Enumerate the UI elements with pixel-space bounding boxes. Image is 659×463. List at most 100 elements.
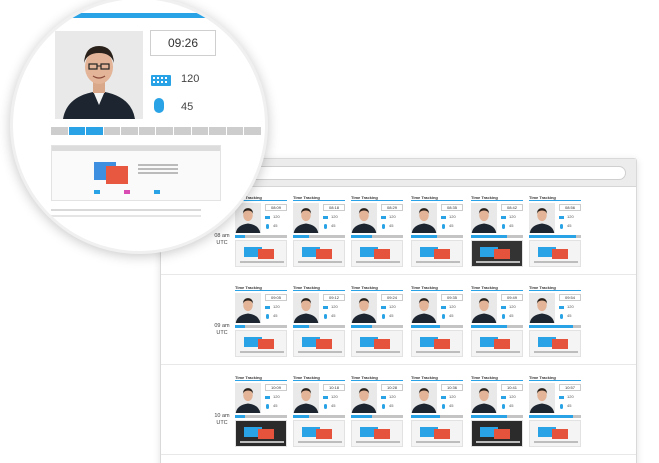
person-avatar: [293, 203, 319, 233]
keyboard-icon: [151, 75, 171, 86]
activity-progress-bar: [293, 325, 345, 328]
keyboard-count: 120: [449, 304, 456, 309]
screenshot-thumbnail[interactable]: [293, 420, 345, 447]
screenshot-thumbnail[interactable]: [529, 330, 581, 357]
screenshot-card[interactable]: Time Tracking 08:56 120 45: [529, 195, 581, 267]
screenshot-card[interactable]: Time Tracking 08:29 120 45: [351, 195, 403, 267]
screenshot-card[interactable]: Time Tracking 08:42 120 45: [471, 195, 523, 267]
screenshot-thumbnail[interactable]: [235, 330, 287, 357]
screenshot-thumbnail[interactable]: [471, 330, 523, 357]
card-body: 08:09 120 45: [235, 203, 287, 233]
mouse-count: 45: [273, 403, 278, 408]
screenshot-thumbnail[interactable]: [471, 420, 523, 447]
screenshot-card[interactable]: Time Tracking 10:09 120 45: [235, 375, 287, 447]
screenshot-card[interactable]: Time Tracking 10:36 120 45: [411, 375, 463, 447]
hour-label: 08 am UTC: [214, 233, 230, 246]
person-avatar: [351, 293, 377, 323]
keyboard-count: 120: [273, 394, 280, 399]
thumb-text-line: [416, 261, 460, 263]
thumb-block-red: [434, 429, 450, 439]
thumb-text-line: [240, 351, 284, 353]
thumb-text-line: [476, 261, 520, 263]
screenshot-card[interactable]: Time Tracking 09:05 120 45: [235, 285, 287, 357]
progress-fill: [411, 235, 437, 238]
progress-segment: [156, 127, 174, 135]
screenshot-card[interactable]: Time Tracking 10:18 120 45: [293, 375, 345, 447]
mouse-icon: [324, 224, 327, 229]
thumbnail-icon-3: [154, 190, 160, 194]
keyboard-icon: [381, 306, 386, 309]
keyboard-count: 120: [389, 394, 396, 399]
keyboard-icon: [441, 306, 446, 309]
screenshot-card[interactable]: Time Tracking 08:18 120 45: [293, 195, 345, 267]
screenshot-card[interactable]: Time Tracking 10:57 120 45: [529, 375, 581, 447]
time-display: 10:57: [559, 384, 581, 391]
activity-progress-bar: [293, 235, 345, 238]
screenshot-thumbnail[interactable]: [351, 330, 403, 357]
screenshot-thumbnail[interactable]: [235, 420, 287, 447]
mouse-count: 45: [509, 403, 514, 408]
person-avatar: [293, 293, 319, 323]
mouse-icon: [442, 314, 445, 319]
mouse-count: 45: [509, 223, 514, 228]
screenshot-card[interactable]: Time Tracking 09:49 120 45: [471, 285, 523, 357]
card-body: 08:35 120 45: [411, 203, 463, 233]
screenshot-thumbnail[interactable]: [529, 420, 581, 447]
keyboard-icon: [323, 216, 328, 219]
card-body: 09:49 120 45: [471, 293, 523, 323]
user-photo: [235, 203, 261, 233]
mouse-count: 45: [389, 403, 394, 408]
screenshot-thumbnail[interactable]: [293, 240, 345, 267]
screenshot-card[interactable]: Time Tracking 09:12 120 45: [293, 285, 345, 357]
thumb-text-line: [416, 441, 460, 443]
screenshot-thumbnail[interactable]: [51, 145, 221, 201]
screenshot-card[interactable]: Time Tracking 09:24 120 45: [351, 285, 403, 357]
activity-progress-bar: [529, 235, 581, 238]
thumb-block-red: [374, 249, 390, 259]
screenshot-thumbnail[interactable]: [351, 240, 403, 267]
card-body: 09:54 120 45: [529, 293, 581, 323]
screenshot-thumbnail[interactable]: [411, 330, 463, 357]
user-photo: [529, 383, 555, 413]
address-bar[interactable]: [247, 166, 626, 180]
progress-fill: [235, 415, 246, 418]
screenshot-thumbnail[interactable]: [471, 240, 523, 267]
screenshot-thumbnail[interactable]: [293, 330, 345, 357]
keyboard-icon: [323, 396, 328, 399]
screenshot-thumbnail[interactable]: [351, 420, 403, 447]
card-title: Time Tracking: [471, 195, 523, 201]
keyboard-icon: [501, 306, 506, 309]
user-photo: [351, 203, 377, 233]
keyboard-count: 120: [273, 304, 280, 309]
thumb-block-red: [552, 249, 568, 259]
keyboard-count: 120: [509, 214, 516, 219]
mouse-count: 45: [181, 101, 194, 113]
activity-progress-bar: [471, 235, 523, 238]
progress-segment: [191, 127, 209, 135]
activity-progress-bar: [471, 325, 523, 328]
screenshot-thumbnail[interactable]: [235, 240, 287, 267]
progress-fill: [529, 325, 574, 328]
thumbnail-footer-lines: [51, 209, 201, 211]
card-body: 09:12 120 45: [293, 293, 345, 323]
time-display: 09:05: [265, 294, 287, 301]
activity-progress-bar: [471, 415, 523, 418]
card-body: 10:36 120 45: [411, 383, 463, 413]
person-avatar: [293, 383, 319, 413]
screenshot-card[interactable]: Time Tracking 09:35 120 45: [411, 285, 463, 357]
screenshot-thumbnail[interactable]: [411, 240, 463, 267]
screenshot-card[interactable]: Time Tracking 08:09 120 45: [235, 195, 287, 267]
user-photo: [293, 383, 319, 413]
progress-fill: [471, 415, 508, 418]
screenshot-thumbnail[interactable]: [529, 240, 581, 267]
user-photo: [235, 293, 261, 323]
progress-segment: [244, 127, 261, 135]
screenshot-card[interactable]: Time Tracking 08:35 120 45: [411, 195, 463, 267]
screenshot-card[interactable]: Time Tracking 10:28 120 45: [351, 375, 403, 447]
progress-fill: [411, 415, 440, 418]
screenshot-card[interactable]: Time Tracking 09:54 120 45: [529, 285, 581, 357]
screenshot-card[interactable]: Time Tracking 10:41 120 45: [471, 375, 523, 447]
mouse-icon: [266, 224, 269, 229]
screenshot-thumbnail[interactable]: [411, 420, 463, 447]
activity-progress-bar: [293, 415, 345, 418]
